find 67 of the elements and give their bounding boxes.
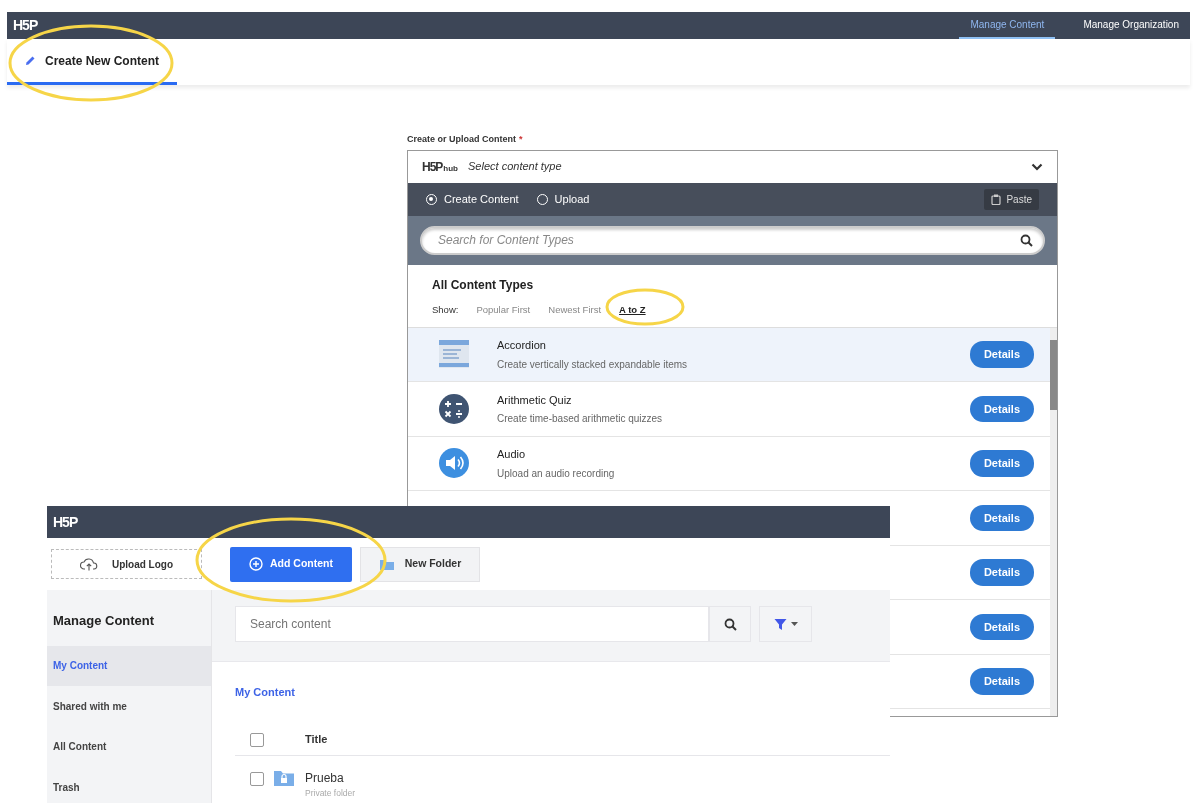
list-row[interactable]: Audio Upload an audio recording Details [408,436,1050,491]
logo: H5P [52,512,79,532]
required-mark: * [519,134,523,144]
item-title: Prueba [305,770,345,787]
item-title: Accordion [497,338,547,353]
add-content-button[interactable]: Add Content [230,546,352,582]
sort-label: Show: [432,302,459,317]
search-icon [723,617,737,631]
item-title: Arithmetic Quiz [497,392,573,408]
item-title: Audio [497,447,527,462]
list-row[interactable]: Arithmetic Quiz Create time-based arithmetic quizzes Details [408,382,1050,437]
item-subtitle: Private folder [305,787,356,800]
sidebar-item[interactable]: Trash [47,767,211,803]
sidebar-title: Manage Content [52,612,156,630]
search-button[interactable] [709,606,751,642]
item-description: Create vertically stacked expandable items [497,357,689,372]
nav-link[interactable]: Manage Content [959,12,1056,39]
folder-icon [378,557,395,571]
filter-button[interactable] [759,606,812,642]
checkbox[interactable] [250,732,264,747]
caret-icon [790,622,798,626]
details-button[interactable]: Details [969,395,1034,422]
upload-logo-button[interactable]: Upload Logo [51,549,202,579]
pencil-icon [25,55,36,66]
field-label: Create or Upload Content [407,134,516,144]
locked-folder-icon [273,769,295,787]
section-title: My Content [235,685,296,700]
radio-option[interactable]: Upload [536,190,590,208]
radio-option[interactable]: Create Content [426,190,519,208]
sort-link[interactable]: A to Z [619,302,646,318]
clipboard-icon [991,193,1002,205]
chevron-down-icon [1031,162,1043,171]
math-symbols-icon [438,392,470,425]
details-button[interactable]: Details [969,450,1034,477]
nav-link[interactable]: Manage Organization [1072,12,1190,39]
paste-button[interactable]: Paste [984,188,1039,210]
speaker-icon [438,447,470,480]
section-title: All Content Types [432,277,535,292]
plus-circle-icon [249,557,263,571]
details-button[interactable]: Details [969,613,1034,640]
search-field[interactable]: Search for Content Types [420,225,1045,255]
sort-link[interactable]: Popular First [476,302,531,318]
checkbox[interactable] [250,772,264,786]
new-folder-button[interactable]: New Folder [360,546,480,582]
column-header: Title [305,732,328,748]
tab[interactable]: Create New Content [7,39,178,85]
hub-logo: H5Phub [422,158,458,176]
cloud-upload-icon [79,557,98,571]
list-icon [438,338,470,371]
details-button[interactable]: Details [969,559,1034,586]
details-button[interactable]: Details [969,504,1034,531]
dropdown-title: Select content type [468,159,563,175]
logo: H5P [12,16,39,35]
list-row[interactable]: Accordion Create vertically stacked expandable items Details [408,327,1050,382]
item-description: Create time-based arithmetic quizzes [497,412,664,426]
sort-link[interactable]: Newest First [548,302,602,318]
item-description: Upload an audio recording [497,466,616,481]
filter-icon [773,617,787,631]
sidebar-item[interactable]: Shared with me [47,686,211,727]
details-button[interactable]: Details [969,668,1034,695]
sidebar-item[interactable]: My Content [47,645,211,687]
details-button[interactable]: Details [969,341,1034,368]
sidebar-item[interactable]: All Content [47,726,211,768]
scrollbar[interactable] [1050,327,1057,716]
search-icon [1020,233,1033,247]
scroll-thumb[interactable] [1050,339,1057,410]
search-field[interactable]: Search content [235,606,709,642]
